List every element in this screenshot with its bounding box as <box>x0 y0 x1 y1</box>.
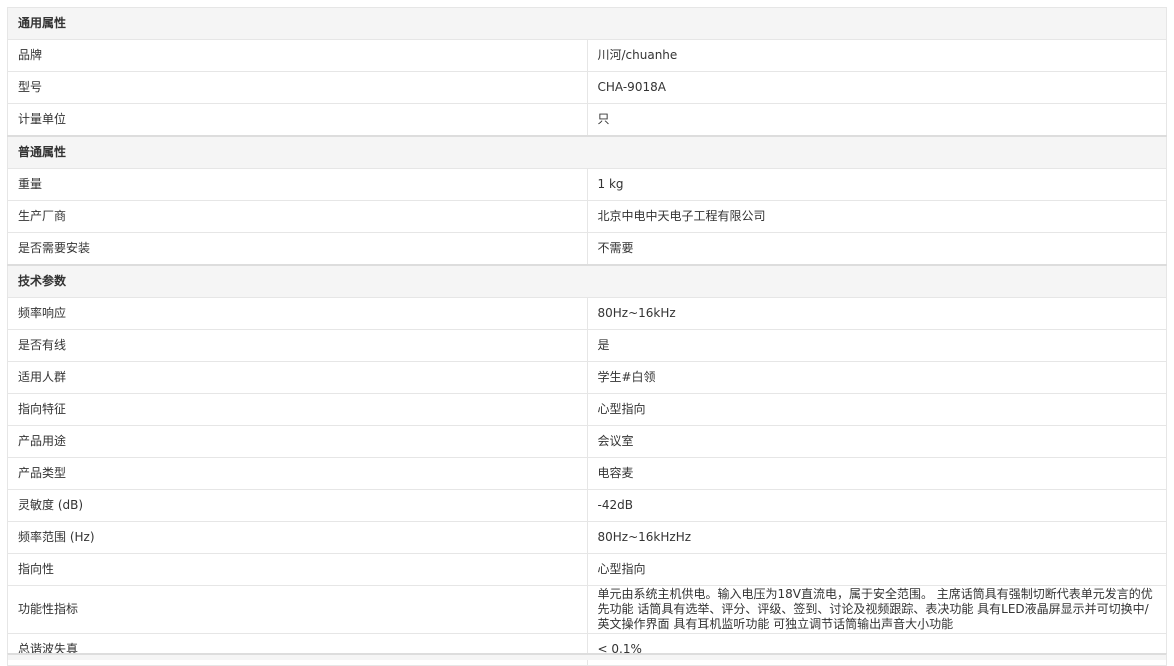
spec-table: 通用属性 品牌 川河/chuanhe 型号 CHA-9018A 计量单位 只 普… <box>7 7 1167 666</box>
table-row: 适用人群 学生#白领 <box>7 361 1167 394</box>
table-row: 重量 1 kg <box>7 168 1167 201</box>
table-row: 指向特征 心型指向 <box>7 393 1167 426</box>
table-row: 频率响应 80Hz~16kHz <box>7 297 1167 330</box>
attribute-name: 指向性 <box>7 553 588 586</box>
spec-table-container: 通用属性 品牌 川河/chuanhe 型号 CHA-9018A 计量单位 只 普… <box>7 7 1167 666</box>
table-row: 灵敏度 (dB) -42dB <box>7 489 1167 522</box>
attribute-value: 是 <box>586 329 1167 362</box>
section-title: 普通属性 <box>7 135 1167 169</box>
section-header-general: 通用属性 <box>7 7 1167 40</box>
attribute-name: 重量 <box>7 168 588 201</box>
attribute-name: 是否需要安装 <box>7 232 588 266</box>
table-row: 生产厂商 北京中电中天电子工程有限公司 <box>7 200 1167 233</box>
table-row: 产品类型 电容麦 <box>7 457 1167 490</box>
attribute-name: 型号 <box>7 71 588 104</box>
attribute-name: 生产厂商 <box>7 200 588 233</box>
attribute-name: 计量单位 <box>7 103 588 137</box>
attribute-value: 1 kg <box>586 168 1167 201</box>
table-row: 是否有线 是 <box>7 329 1167 362</box>
attribute-value: < 0.1% <box>586 633 1167 666</box>
table-row: 总谐波失真 < 0.1% <box>7 633 1167 666</box>
attribute-value: 不需要 <box>586 232 1167 266</box>
attribute-name: 适用人群 <box>7 361 588 394</box>
table-row: 计量单位 只 <box>7 103 1167 137</box>
table-row: 指向性 心型指向 <box>7 553 1167 586</box>
attribute-name: 频率范围 (Hz) <box>7 521 588 554</box>
attribute-value: 心型指向 <box>586 553 1167 586</box>
attribute-value: 北京中电中天电子工程有限公司 <box>586 200 1167 233</box>
table-row: 型号 CHA-9018A <box>7 71 1167 104</box>
table-row: 产品用途 会议室 <box>7 425 1167 458</box>
attribute-value: 川河/chuanhe <box>586 39 1167 72</box>
attribute-value: 80Hz~16kHzHz <box>586 521 1167 554</box>
attribute-value: 单元由系统主机供电。输入电压为18V直流电，属于安全范围。 主席话筒具有强制切断… <box>586 585 1167 634</box>
table-row: 频率范围 (Hz) 80Hz~16kHzHz <box>7 521 1167 554</box>
attribute-name: 品牌 <box>7 39 588 72</box>
section-header-common: 普通属性 <box>7 135 1167 169</box>
attribute-name: 产品用途 <box>7 425 588 458</box>
attribute-name: 是否有线 <box>7 329 588 362</box>
attribute-value: 会议室 <box>586 425 1167 458</box>
section-title: 通用属性 <box>7 7 1167 40</box>
attribute-value: 心型指向 <box>586 393 1167 426</box>
section-header-tech-params: 技术参数 <box>7 264 1167 298</box>
attribute-value: 电容麦 <box>586 457 1167 490</box>
attribute-name: 频率响应 <box>7 297 588 330</box>
table-row: 功能性指标 单元由系统主机供电。输入电压为18V直流电，属于安全范围。 主席话筒… <box>7 585 1167 634</box>
attribute-name: 功能性指标 <box>7 585 588 634</box>
attribute-value: -42dB <box>586 489 1167 522</box>
attribute-value: 80Hz~16kHz <box>586 297 1167 330</box>
attribute-name: 指向特征 <box>7 393 588 426</box>
table-row: 品牌 川河/chuanhe <box>7 39 1167 72</box>
attribute-name: 总谐波失真 <box>7 633 588 666</box>
attribute-value: 只 <box>586 103 1167 137</box>
table-row: 是否需要安装 不需要 <box>7 232 1167 266</box>
table-footer-strip <box>7 653 1167 660</box>
attribute-value: CHA-9018A <box>586 71 1167 104</box>
attribute-value: 学生#白领 <box>586 361 1167 394</box>
section-title: 技术参数 <box>7 264 1167 298</box>
attribute-name: 产品类型 <box>7 457 588 490</box>
attribute-name: 灵敏度 (dB) <box>7 489 588 522</box>
